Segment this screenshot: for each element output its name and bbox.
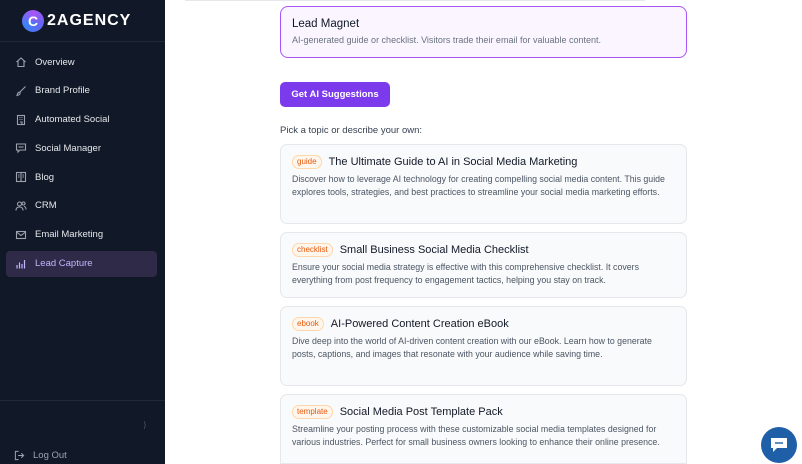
suggestion-title: Small Business Social Media Checklist (339, 244, 529, 256)
book-icon (15, 171, 27, 183)
lead-magnet-description: AI-generated guide or checklist. Visitor… (292, 35, 601, 45)
logo-mark: C (22, 10, 44, 32)
users-icon (15, 200, 27, 212)
sidebar-item-crm[interactable]: CRM (6, 193, 157, 219)
logout-icon (14, 450, 25, 461)
sidebar-item-label: Brand Profile (35, 85, 90, 97)
sidebar-item-email-marketing[interactable]: Email Marketing (6, 222, 157, 248)
home-icon (15, 56, 27, 68)
suggestion-title: The Ultimate Guide to AI in Social Media… (328, 156, 578, 168)
sidebar-item-social-manager[interactable]: Social Manager (6, 135, 157, 161)
suggestion-tag: guide (292, 155, 322, 169)
suggestion-description: Dive deep into the world of AI-driven co… (292, 336, 652, 360)
sidebar-item-lead-capture[interactable]: Lead Capture (6, 250, 157, 277)
suggestion-title: AI-Powered Content Creation eBook (330, 318, 509, 330)
sidebar-item-label: CRM (35, 200, 57, 212)
sidebar-item-label: Automated Social (35, 114, 110, 126)
logout-label: Log Out (33, 450, 67, 461)
sidebar-item-blog[interactable]: Blog (6, 164, 157, 190)
sidebar-item-overview[interactable]: Overview (6, 49, 157, 75)
sidebar-divider (0, 400, 165, 401)
suggestion-card[interactable]: guide The Ultimate Guide to AI in Social… (280, 144, 687, 224)
suggestion-tag: checklist (292, 243, 333, 257)
brush-icon (15, 85, 27, 97)
pick-topic-label: Pick a topic or describe your own: (280, 125, 423, 136)
top-divider (185, 0, 645, 1)
sidebar-divider (0, 41, 165, 42)
get-ai-suggestions-button[interactable]: Get AI Suggestions (280, 82, 390, 107)
suggestion-card[interactable]: template Social Media Post Template Pack… (280, 394, 687, 464)
sidebar-item-label: Overview (35, 56, 75, 68)
suggestion-title: Social Media Post Template Pack (339, 406, 503, 418)
sidebar-item-label: Email Marketing (35, 229, 104, 241)
sidebar-item-label: Social Manager (35, 142, 102, 154)
suggestion-description: Streamline your posting process with the… (292, 424, 660, 448)
lead-magnet-option[interactable]: Lead Magnet AI-generated guide or checkl… (280, 6, 687, 58)
sidebar-item-label: Blog (35, 171, 55, 183)
chat-bubble-icon (771, 438, 787, 452)
mail-icon (15, 229, 27, 241)
chat-icon (15, 142, 27, 154)
sidebar-item-label: Lead Capture (35, 258, 93, 270)
sidebar-nav: Overview Brand Profile Automated Social … (6, 49, 157, 279)
bar-chart-icon (15, 258, 27, 270)
suggestion-description: Ensure your social media strategy is eff… (292, 262, 639, 286)
lead-magnet-title: Lead Magnet (292, 18, 360, 30)
brand-logo[interactable]: C 2AGENCY (22, 8, 131, 34)
logo-text: 2AGENCY (47, 12, 132, 29)
sidebar-item-brand-profile[interactable]: Brand Profile (6, 78, 157, 104)
sidebar-item-automated-social[interactable]: Automated Social (6, 107, 157, 133)
suggestion-tag: ebook (292, 317, 324, 331)
suggestion-description: Discover how to leverage AI technology f… (292, 174, 665, 198)
logout-button[interactable]: Log Out (14, 450, 67, 461)
building-icon (15, 114, 27, 126)
suggestion-tag: template (292, 405, 333, 419)
collapse-sidebar-icon[interactable]: ⟩ (143, 420, 147, 431)
sidebar: C 2AGENCY Overview Brand Profile Automat… (0, 0, 165, 464)
chat-widget-button[interactable] (761, 427, 797, 463)
suggestion-card[interactable]: ebook AI-Powered Content Creation eBook … (280, 306, 687, 386)
suggestion-card[interactable]: checklist Small Business Social Media Ch… (280, 232, 687, 298)
main-content: Lead Magnet AI-generated guide or checkl… (165, 0, 802, 464)
